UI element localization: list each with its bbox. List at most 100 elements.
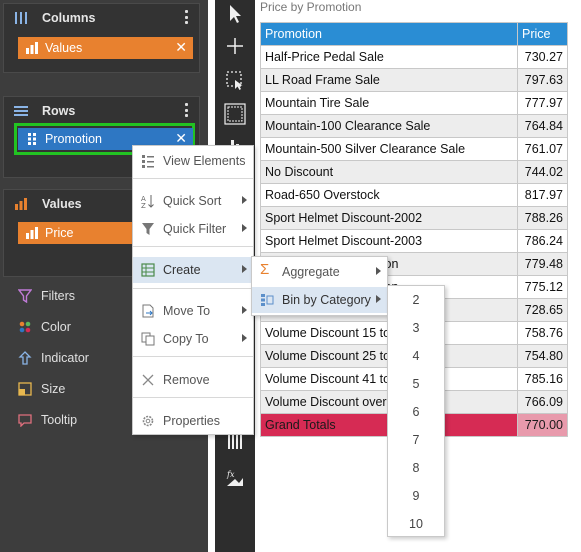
create-submenu: Σ Aggregate Bin by Category [251,256,388,316]
row-label: Half-Price Pedal Sale [260,45,518,69]
table-row[interactable]: Road-650 Overstock 817.97 [260,183,568,207]
pill-label: Price [45,226,74,240]
measure-icon [26,227,38,239]
bin-option[interactable]: 7 [388,426,444,454]
menu-item-copy-to[interactable]: Copy To [133,326,253,352]
row-value: 730.27 [517,45,568,69]
context-menu: View Elements AZ Quick Sort Quick Filter… [132,145,254,435]
bin-option[interactable]: 4 [388,342,444,370]
formula-icon[interactable]: fx [223,466,247,490]
table-row[interactable]: LL Road Frame Sale 797.63 [260,68,568,92]
shelf-label: Size [41,382,66,396]
menu-label: View Elements [163,154,246,168]
remove-icon [142,374,154,386]
shelf-label: Filters [41,289,76,303]
row-value: 785.16 [517,367,568,391]
table-row[interactable]: No Discount 744.02 [260,160,568,184]
pill-label: Promotion [45,132,102,146]
rows-icon [14,106,28,116]
menu-label: Move To [163,304,211,318]
row-label: No Discount [260,160,518,184]
menu-item-move-to[interactable]: Move To [133,298,253,324]
menu-divider [133,288,253,289]
row-value: 779.48 [517,252,568,276]
header-price[interactable]: Price [517,22,568,46]
row-value: 764.84 [517,114,568,138]
row-label: LL Road Frame Sale [260,68,518,92]
columns-values-pill[interactable]: Values ✕ [18,37,193,59]
shelf-label: Tooltip [41,413,78,427]
menu-item-view-elements[interactable]: View Elements [133,148,253,174]
bin-option[interactable]: 10 [388,510,444,538]
sort-icon: AZ [141,195,154,208]
bin-option[interactable]: 2 [388,286,444,314]
app-window: Columns Values ✕ Rows Promotion ✕ Values… [0,0,581,552]
create-table-icon [141,263,155,277]
row-value: 728.65 [517,298,568,322]
menu-item-quick-sort[interactable]: AZ Quick Sort [133,188,253,214]
menu-label: Aggregate [282,265,340,279]
menu-label: Bin by Category [282,293,371,307]
pointer-icon[interactable] [223,2,247,26]
values-icon [15,198,27,210]
bin-option[interactable]: 9 [388,482,444,510]
table-row[interactable]: Mountain-100 Clearance Sale 764.84 [260,114,568,138]
submenu-arrow-icon [242,196,247,204]
move-icon [142,304,154,318]
rows-more-icon[interactable] [185,103,189,119]
measure-icon [26,42,38,54]
menu-label: Quick Filter [163,222,227,236]
columns-more-icon[interactable] [185,10,189,26]
values-title: Values [42,197,82,211]
grid-select-icon[interactable] [223,102,247,126]
filter-icon [142,223,154,235]
table-row[interactable]: Sport Helmet Discount-2002 788.26 [260,206,568,230]
submenu-arrow-icon [242,334,247,342]
menu-divider [133,246,253,247]
menu-item-bin-by-category[interactable]: Bin by Category [252,287,387,313]
indicator-arrow-icon [18,351,32,365]
remove-pill-icon[interactable]: ✕ [175,39,187,56]
pan-icon[interactable] [223,34,247,58]
copy-icon [141,332,155,346]
view-elements-icon [142,155,154,168]
row-value: 766.09 [517,390,568,414]
grid-title: Price by Promotion [260,0,362,14]
menu-item-quick-filter[interactable]: Quick Filter [133,216,253,242]
menu-item-remove[interactable]: Remove [133,367,253,393]
menu-label: Quick Sort [163,194,222,208]
total-value: 770.00 [517,413,568,437]
row-value: 775.12 [517,275,568,299]
header-promotion[interactable]: Promotion [260,22,518,46]
columns-title: Columns [42,11,96,25]
select-region-icon[interactable] [223,68,247,92]
table-row[interactable]: Half-Price Pedal Sale 730.27 [260,45,568,69]
table-row[interactable]: Mountain Tire Sale 777.97 [260,91,568,115]
row-value: 797.63 [517,68,568,92]
svg-text:fx: fx [226,470,235,479]
row-label: Mountain-100 Clearance Sale [260,114,518,138]
table-row[interactable]: Sport Helmet Discount-2003 786.24 [260,229,568,253]
grid-header-row: Promotion Price [260,22,568,46]
color-palette-icon [19,321,31,333]
menu-item-create[interactable]: Create [133,257,253,283]
menu-item-properties[interactable]: Properties [133,408,253,434]
table-row[interactable]: Mountain-500 Silver Clearance Sale 761.07 [260,137,568,161]
bin-option[interactable]: 8 [388,454,444,482]
submenu-arrow-icon [242,224,247,232]
bin-option[interactable]: 3 [388,314,444,342]
row-label: Mountain-500 Silver Clearance Sale [260,137,518,161]
menu-item-aggregate[interactable]: Σ Aggregate [252,259,387,285]
columns-section: Columns Values ✕ [3,3,200,73]
bin-option[interactable]: 6 [388,398,444,426]
bin-icon [261,294,274,306]
svg-text:Z: Z [141,202,146,208]
menu-divider [133,356,253,357]
sigma-icon: Σ [260,261,270,278]
row-value: 788.26 [517,206,568,230]
row-value: 758.76 [517,321,568,345]
row-label: Mountain Tire Sale [260,91,518,115]
menu-divider [133,178,253,179]
bin-option[interactable]: 5 [388,370,444,398]
row-value: 817.97 [517,183,568,207]
